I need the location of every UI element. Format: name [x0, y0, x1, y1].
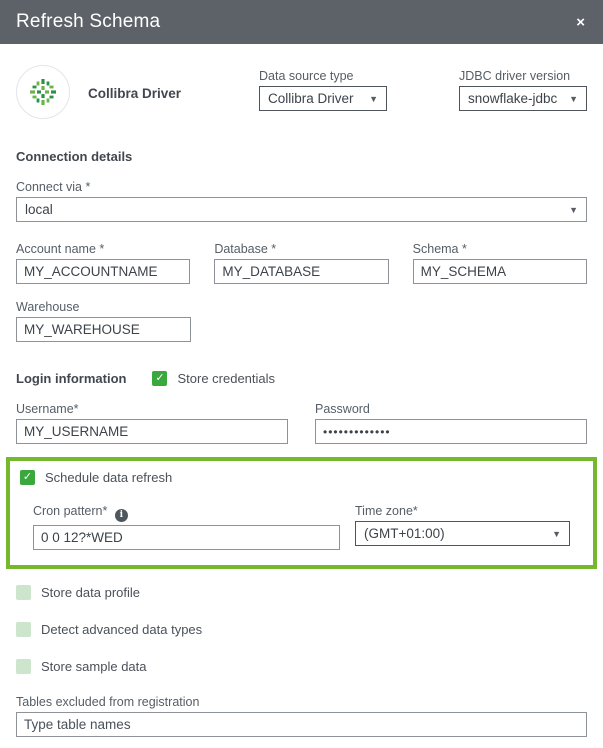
- checkbox-checked-icon: [152, 371, 167, 386]
- schedule-data-refresh-section: Schedule data refresh Cron pattern* i Ti…: [6, 457, 597, 569]
- jdbc-version-label: JDBC driver version: [459, 69, 587, 83]
- tables-excluded-label: Tables excluded from registration: [16, 695, 587, 709]
- info-icon[interactable]: i: [115, 509, 128, 522]
- password-field[interactable]: [315, 419, 587, 444]
- time-zone-label: Time zone*: [355, 504, 570, 518]
- connect-via-value: local: [25, 202, 53, 217]
- chevron-down-icon: ▼: [569, 205, 578, 215]
- database-label: Database *: [214, 242, 388, 256]
- checkbox-unchecked-icon: [16, 622, 31, 637]
- collibra-logo: [16, 65, 70, 119]
- checkbox-checked-icon: [20, 470, 35, 485]
- warehouse-field[interactable]: [16, 317, 191, 342]
- store-data-profile-checkbox[interactable]: Store data profile: [16, 585, 587, 600]
- warehouse-label: Warehouse: [16, 300, 191, 314]
- tables-excluded-field[interactable]: [16, 712, 587, 737]
- store-credentials-label: Store credentials: [177, 371, 275, 386]
- login-information-heading: Login information: [16, 371, 126, 386]
- driver-name: Collibra Driver: [88, 86, 181, 101]
- account-name-label: Account name *: [16, 242, 190, 256]
- cron-pattern-field[interactable]: [33, 525, 340, 550]
- connection-details-heading: Connection details: [16, 149, 587, 164]
- collibra-logo-icon: [28, 77, 58, 107]
- jdbc-version-select[interactable]: snowflake-jdbc ▼: [459, 86, 587, 111]
- schedule-data-refresh-label: Schedule data refresh: [45, 470, 172, 485]
- refresh-schema-dialog: Refresh Schema ×: [0, 0, 603, 748]
- chevron-down-icon: ▼: [552, 529, 561, 539]
- close-icon[interactable]: ×: [576, 15, 585, 30]
- time-zone-select[interactable]: (GMT+01:00) ▼: [355, 521, 570, 546]
- username-field[interactable]: [16, 419, 288, 444]
- store-credentials-checkbox[interactable]: Store credentials: [152, 371, 275, 386]
- driver-row: Collibra Driver Data source type Collibr…: [16, 61, 587, 119]
- database-field[interactable]: [214, 259, 388, 284]
- store-sample-data-checkbox[interactable]: Store sample data: [16, 659, 587, 674]
- username-label: Username*: [16, 402, 288, 416]
- password-label: Password: [315, 402, 587, 416]
- schedule-data-refresh-checkbox[interactable]: Schedule data refresh: [20, 470, 583, 485]
- connect-via-label: Connect via *: [16, 180, 587, 194]
- cron-pattern-label: Cron pattern* i: [33, 504, 340, 522]
- store-sample-data-label: Store sample data: [41, 659, 147, 674]
- checkbox-unchecked-icon: [16, 659, 31, 674]
- detect-advanced-data-types-label: Detect advanced data types: [41, 622, 202, 637]
- data-source-type-value: Collibra Driver: [268, 91, 354, 106]
- account-name-field[interactable]: [16, 259, 190, 284]
- chevron-down-icon: ▼: [369, 94, 378, 104]
- connect-via-select[interactable]: local ▼: [16, 197, 587, 222]
- data-source-type-select[interactable]: Collibra Driver ▼: [259, 86, 387, 111]
- dialog-title: Refresh Schema: [16, 11, 160, 33]
- store-data-profile-label: Store data profile: [41, 585, 140, 600]
- jdbc-version-value: snowflake-jdbc: [468, 91, 557, 106]
- checkbox-unchecked-icon: [16, 585, 31, 600]
- detect-advanced-data-types-checkbox[interactable]: Detect advanced data types: [16, 622, 587, 637]
- schema-label: Schema *: [413, 242, 587, 256]
- data-source-type-label: Data source type: [259, 69, 387, 83]
- cron-pattern-label-text: Cron pattern*: [33, 504, 107, 518]
- schema-field[interactable]: [413, 259, 587, 284]
- chevron-down-icon: ▼: [569, 94, 578, 104]
- time-zone-value: (GMT+01:00): [364, 526, 445, 541]
- dialog-header: Refresh Schema ×: [0, 0, 603, 44]
